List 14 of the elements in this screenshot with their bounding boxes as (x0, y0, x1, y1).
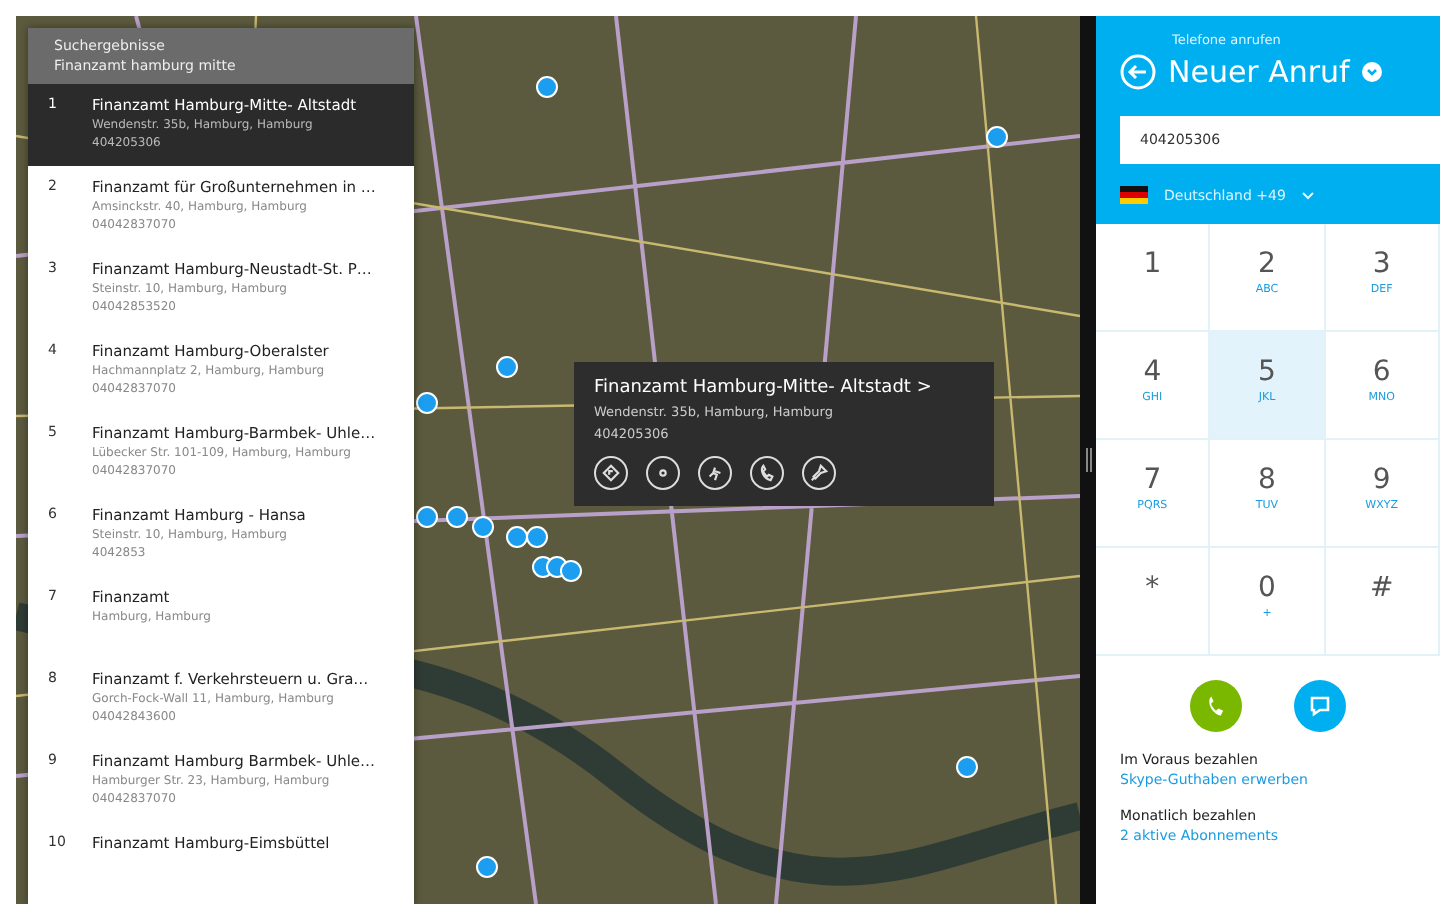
phone-icon (1204, 694, 1228, 718)
directions-icon[interactable] (594, 456, 628, 490)
grip-icon[interactable] (1085, 448, 1091, 472)
pin-icon[interactable] (802, 456, 836, 490)
chat-bubble-icon (1308, 694, 1332, 718)
walking-person-icon[interactable] (698, 456, 732, 490)
dial-key[interactable]: * (1096, 548, 1211, 656)
dial-key[interactable]: # (1325, 548, 1440, 656)
dial-key[interactable]: 1 (1096, 224, 1211, 332)
popup-title[interactable]: Finanzamt Hamburg-Mitte- Altstadt > (594, 378, 974, 398)
phone-icon[interactable] (750, 456, 784, 490)
flag-icon (1120, 186, 1148, 204)
target-icon[interactable] (646, 456, 680, 490)
dialer-title: Neuer Anruf (1168, 54, 1350, 90)
